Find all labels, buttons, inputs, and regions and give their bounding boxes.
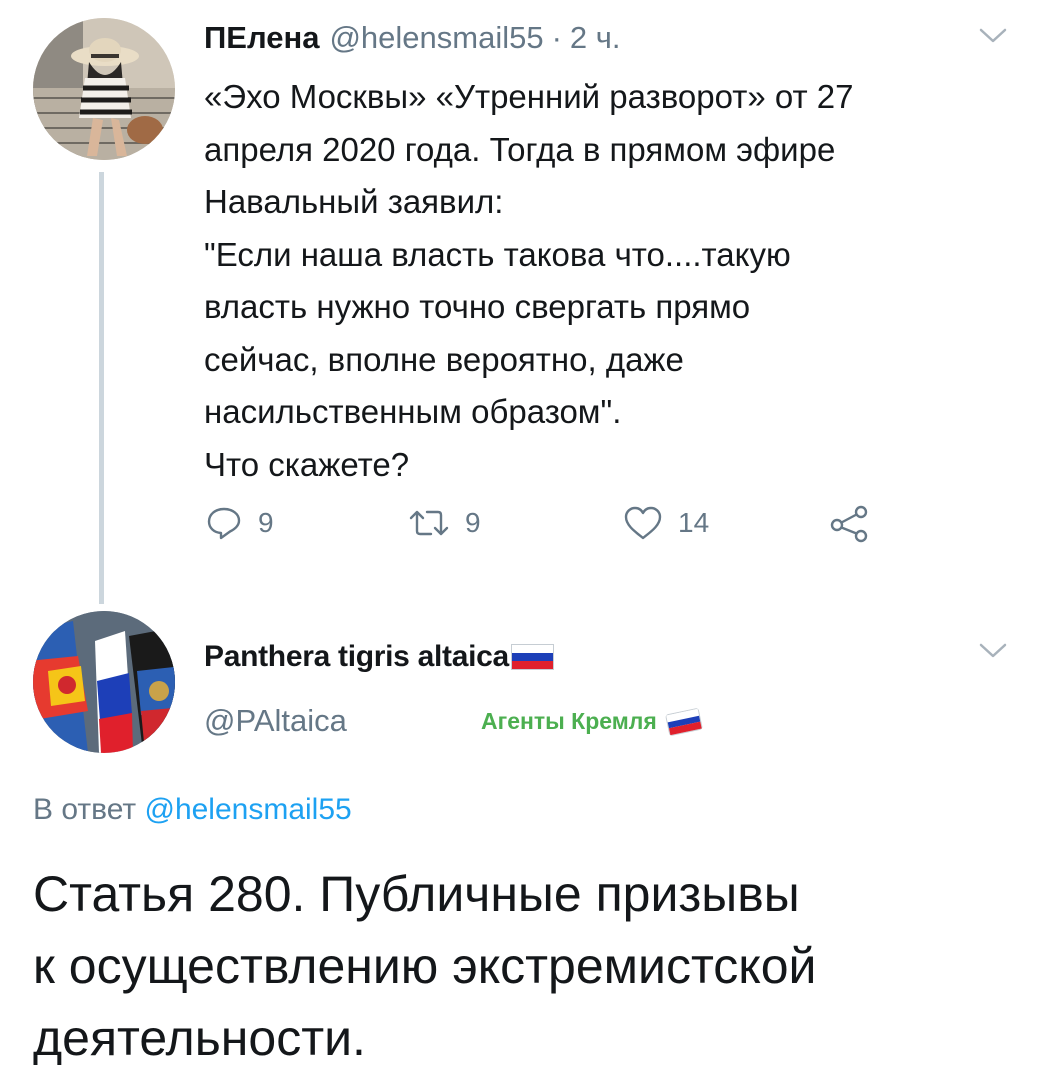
thread-connector-line [99,172,104,604]
author-name[interactable]: ПЕлена [204,20,319,56]
tweet-text-line: «Эхо Москвы» «Утренний разворот» от 27 [204,78,854,115]
tweet-text-line: "Если наша власть такова что....такую [204,235,791,273]
avatar-photo-flags [33,611,175,753]
tweet-header: ПЕлена @helensmail55 · 2 ч. [204,20,621,56]
retweet-icon [409,510,449,536]
tweet-text-line: сейчас, вполне вероятно, даже [204,340,684,378]
author-handle[interactable]: @helensmail55 [329,20,543,56]
tweet-actions: 9 9 14 [204,503,904,543]
chevron-down-icon[interactable] [978,26,1008,46]
retweet-count: 9 [465,507,481,538]
tweet-text-line: Навальный заявил: [204,183,504,220]
russia-flag-icon [510,644,554,670]
tweet-text-line: Статья 280. Публичные призывы [33,866,800,922]
separator-dot: · [551,20,562,55]
tweet-text-line: апреля 2020 года. Тогда в прямом эфире [204,130,836,168]
author-handle[interactable]: @PAltaica [204,703,347,739]
avatar-photo-woman-hat [33,18,175,160]
share-icon [830,505,868,543]
avatar[interactable] [33,611,175,753]
reply-count: 9 [258,507,274,538]
reply-context: В ответ @helensmail55 [33,793,352,827]
russia-flag-icon [664,707,703,736]
reply-button[interactable]: 9 [204,503,274,543]
tweet-text-line: деятельности. [33,1010,366,1066]
like-button[interactable]: 14 [622,503,709,543]
tweet-text: «Эхо Москвы» «Утренний разворот» от 27 а… [204,71,1004,491]
author-name-row: Panthera tigris altaica [204,640,554,674]
reply-icon [207,507,241,540]
profile-tag: Агенты Кремля [481,707,703,736]
reply-prefix: В ответ [33,793,137,826]
reply-mention-link[interactable]: @helensmail55 [144,793,351,826]
like-icon [624,506,662,540]
tweet-text-line: насильственным образом". [204,393,622,430]
profile-tag-text: Агенты Кремля [481,708,657,734]
chevron-down-icon[interactable] [978,641,1008,661]
retweet-button[interactable]: 9 [407,503,481,543]
author-name[interactable]: Panthera tigris altaica [204,640,509,674]
tweet-time[interactable]: 2 ч. [570,20,621,56]
tweet-text-line: Что скажете? [204,445,410,483]
avatar[interactable] [33,18,175,160]
tweet-text-line: к осуществлению экстремистской [33,938,817,994]
tweet-text: Статья 280. Публичные призывы к осуществ… [33,858,1023,1074]
share-button[interactable] [828,503,872,543]
like-count: 14 [678,507,710,538]
tweet-text-line: власть нужно точно свергать прямо [204,288,751,325]
